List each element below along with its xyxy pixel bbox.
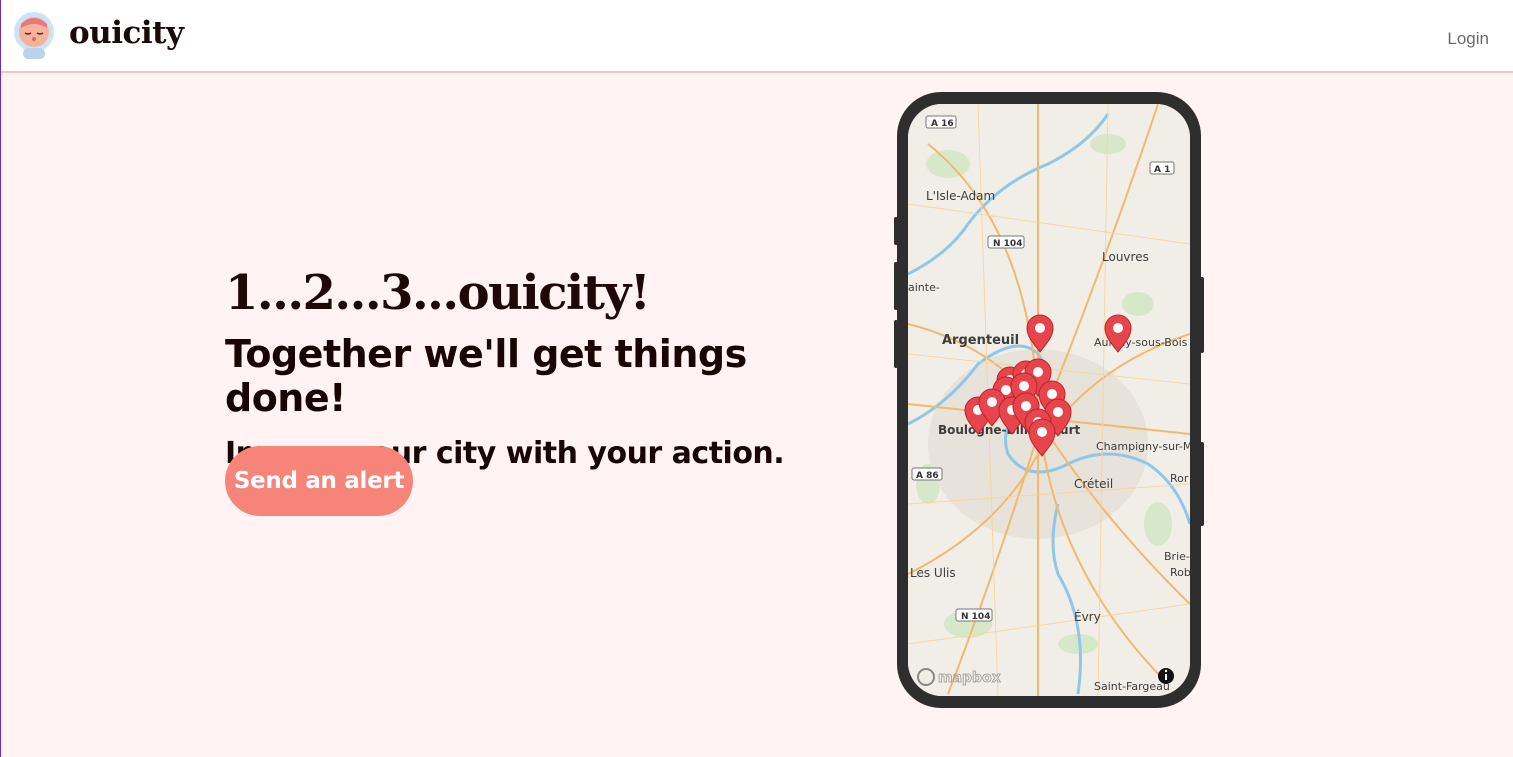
phone-side-button bbox=[894, 262, 898, 310]
place-label: Argenteuil bbox=[942, 333, 1019, 348]
place-label: Rob bbox=[1170, 566, 1190, 579]
phone-mockup: A 16 A 1 N 104 A 86 N 104 L'Isle-Adam Lo… bbox=[894, 92, 1204, 708]
hero-title: 1...2...3...ouicity! bbox=[225, 265, 651, 321]
logo[interactable]: ouicity bbox=[13, 10, 184, 60]
mapbox-wordmark: mapbox bbox=[938, 670, 1001, 686]
place-label: Louvres bbox=[1102, 250, 1149, 264]
place-label: Créteil bbox=[1074, 477, 1113, 491]
place-label: Ror bbox=[1170, 472, 1189, 485]
brand-name: ouicity bbox=[69, 15, 184, 51]
road-label: A 86 bbox=[916, 471, 939, 481]
phone-power-button bbox=[1200, 277, 1204, 353]
road-label: N 104 bbox=[993, 239, 1022, 249]
send-alert-button[interactable]: Send an alert bbox=[225, 446, 413, 516]
phone-power-button bbox=[1200, 442, 1204, 526]
place-label: Brie-C bbox=[1164, 550, 1190, 563]
place-label: Évry bbox=[1074, 609, 1101, 624]
top-header: ouicity Login bbox=[1, 0, 1513, 73]
place-label: Saint-Fargeau bbox=[1094, 680, 1170, 693]
robot-mascot-icon bbox=[14, 12, 54, 59]
road-label: N 104 bbox=[961, 612, 990, 622]
info-icon[interactable] bbox=[1158, 668, 1174, 684]
map-canvas[interactable]: A 16 A 1 N 104 A 86 N 104 L'Isle-Adam Lo… bbox=[908, 104, 1190, 696]
phone-side-button bbox=[894, 217, 898, 245]
phone-side-button bbox=[894, 320, 898, 368]
road-label: A 1 bbox=[1154, 165, 1170, 175]
place-label: L'Isle-Adam bbox=[926, 189, 995, 203]
road-label: A 16 bbox=[931, 119, 954, 129]
place-label: Les Ulis bbox=[910, 566, 956, 580]
place-label: Champigny-sur-Marne bbox=[1096, 440, 1190, 453]
place-label: ainte- bbox=[908, 281, 940, 294]
hero-subtitle: Together we'll get things done! bbox=[225, 332, 747, 420]
hero-section: 1...2...3...ouicity! Together we'll get … bbox=[225, 265, 865, 516]
map-view[interactable]: A 16 A 1 N 104 A 86 N 104 L'Isle-Adam Lo… bbox=[908, 104, 1190, 696]
login-link[interactable]: Login bbox=[1447, 29, 1489, 49]
